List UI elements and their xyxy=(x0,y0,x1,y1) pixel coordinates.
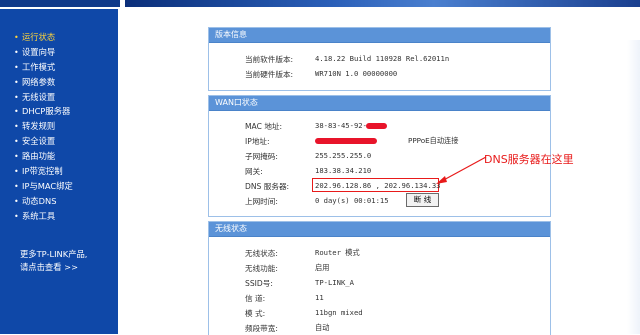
sidebar-item-network[interactable]: 网络参数 xyxy=(14,75,73,90)
sidebar: 运行状态 设置向导 工作模式 网络参数 无线设置 DHCP服务器 转发规则 安全… xyxy=(0,9,118,334)
sidebar-item-wireless[interactable]: 无线设置 xyxy=(14,90,73,105)
redaction-mark xyxy=(315,138,377,144)
bandwidth-label: 频段带宽: xyxy=(245,324,278,333)
sidebar-item-routing[interactable]: 路由功能 xyxy=(14,149,73,164)
promo-line-2: 请点击查看 >> xyxy=(20,262,79,272)
sidebar-item-forwarding[interactable]: 转发规则 xyxy=(14,119,73,134)
wireless-panel-title: 无线状态 xyxy=(209,222,550,237)
ip-label: IP地址: xyxy=(245,137,270,146)
sidebar-item-bandwidth[interactable]: IP带宽控制 xyxy=(14,164,73,179)
wireless-panel: 无线状态 无线状态: Router 模式 无线功能: 启用 SSID号: TP-… xyxy=(208,221,551,335)
wireless-function-label: 无线功能: xyxy=(245,264,278,273)
channel-label: 信 道: xyxy=(245,294,266,303)
sidebar-item-security[interactable]: 安全设置 xyxy=(14,134,73,149)
gateway-label: 网关: xyxy=(245,167,263,176)
mac-label: MAC 地址: xyxy=(245,122,283,131)
channel-value: 11 xyxy=(315,293,324,302)
top-banner xyxy=(0,0,640,9)
sidebar-item-work-mode[interactable]: 工作模式 xyxy=(14,60,73,75)
sidebar-item-dhcp[interactable]: DHCP服务器 xyxy=(14,104,73,119)
wireless-status-value: Router 模式 xyxy=(315,248,360,257)
sidebar-item-status[interactable]: 运行状态 xyxy=(14,30,73,45)
hardware-version-value: WR710N 1.0 00000000 xyxy=(315,69,398,78)
annotation-arrow-icon xyxy=(436,156,487,184)
mac-value: 38-83-45-92- xyxy=(315,121,367,130)
bandwidth-value: 自动 xyxy=(315,323,330,332)
uptime-label: 上网时间: xyxy=(245,197,278,206)
more-products-link[interactable]: 更多TP-LINK产品, 请点击查看 >> xyxy=(20,248,87,274)
dns-annotation: DNS服务器在这里 xyxy=(484,153,574,166)
gateway-value: 183.38.34.210 xyxy=(315,166,372,175)
right-decoration xyxy=(627,40,640,334)
uptime-value: 0 day(s) 00:01:15 xyxy=(315,196,389,205)
wireless-status-label: 无线状态: xyxy=(245,249,278,258)
dns-label: DNS 服务器: xyxy=(245,182,290,191)
subnet-value: 255.255.255.0 xyxy=(315,151,372,160)
sidebar-item-ip-mac-binding[interactable]: IP与MAC绑定 xyxy=(14,179,73,194)
mode-value: 11bgn mixed xyxy=(315,308,363,317)
sidebar-item-ddns[interactable]: 动态DNS xyxy=(14,194,73,209)
ssid-label: SSID号: xyxy=(245,279,273,288)
subnet-label: 子网掩码: xyxy=(245,152,278,161)
mode-label: 模 式: xyxy=(245,309,266,318)
software-version-value: 4.18.22 Build 110928 Rel.62011n xyxy=(315,54,450,63)
disconnect-button[interactable]: 断 线 xyxy=(406,193,439,207)
top-banner-left xyxy=(0,0,120,7)
sidebar-menu: 运行状态 设置向导 工作模式 网络参数 无线设置 DHCP服务器 转发规则 安全… xyxy=(14,30,73,224)
top-banner-image xyxy=(125,0,640,7)
dns-value: 202.96.128.86 , 202.96.134.33 xyxy=(315,181,441,190)
ssid-value: TP-LINK_A xyxy=(315,278,354,287)
redaction-mark xyxy=(366,123,387,129)
software-version-label: 当前软件版本: xyxy=(245,55,294,64)
connection-mode: PPPoE自动连接 xyxy=(408,136,459,145)
sidebar-item-system-tools[interactable]: 系统工具 xyxy=(14,209,73,224)
wireless-function-value: 启用 xyxy=(315,263,330,272)
hardware-version-label: 当前硬件版本: xyxy=(245,70,294,79)
version-panel: 版本信息 当前软件版本: 4.18.22 Build 110928 Rel.62… xyxy=(208,27,551,91)
wan-panel-title: WAN口状态 xyxy=(209,96,550,111)
sidebar-item-wizard[interactable]: 设置向导 xyxy=(14,45,73,60)
version-panel-title: 版本信息 xyxy=(209,28,550,43)
promo-line-1: 更多TP-LINK产品, xyxy=(20,249,88,259)
